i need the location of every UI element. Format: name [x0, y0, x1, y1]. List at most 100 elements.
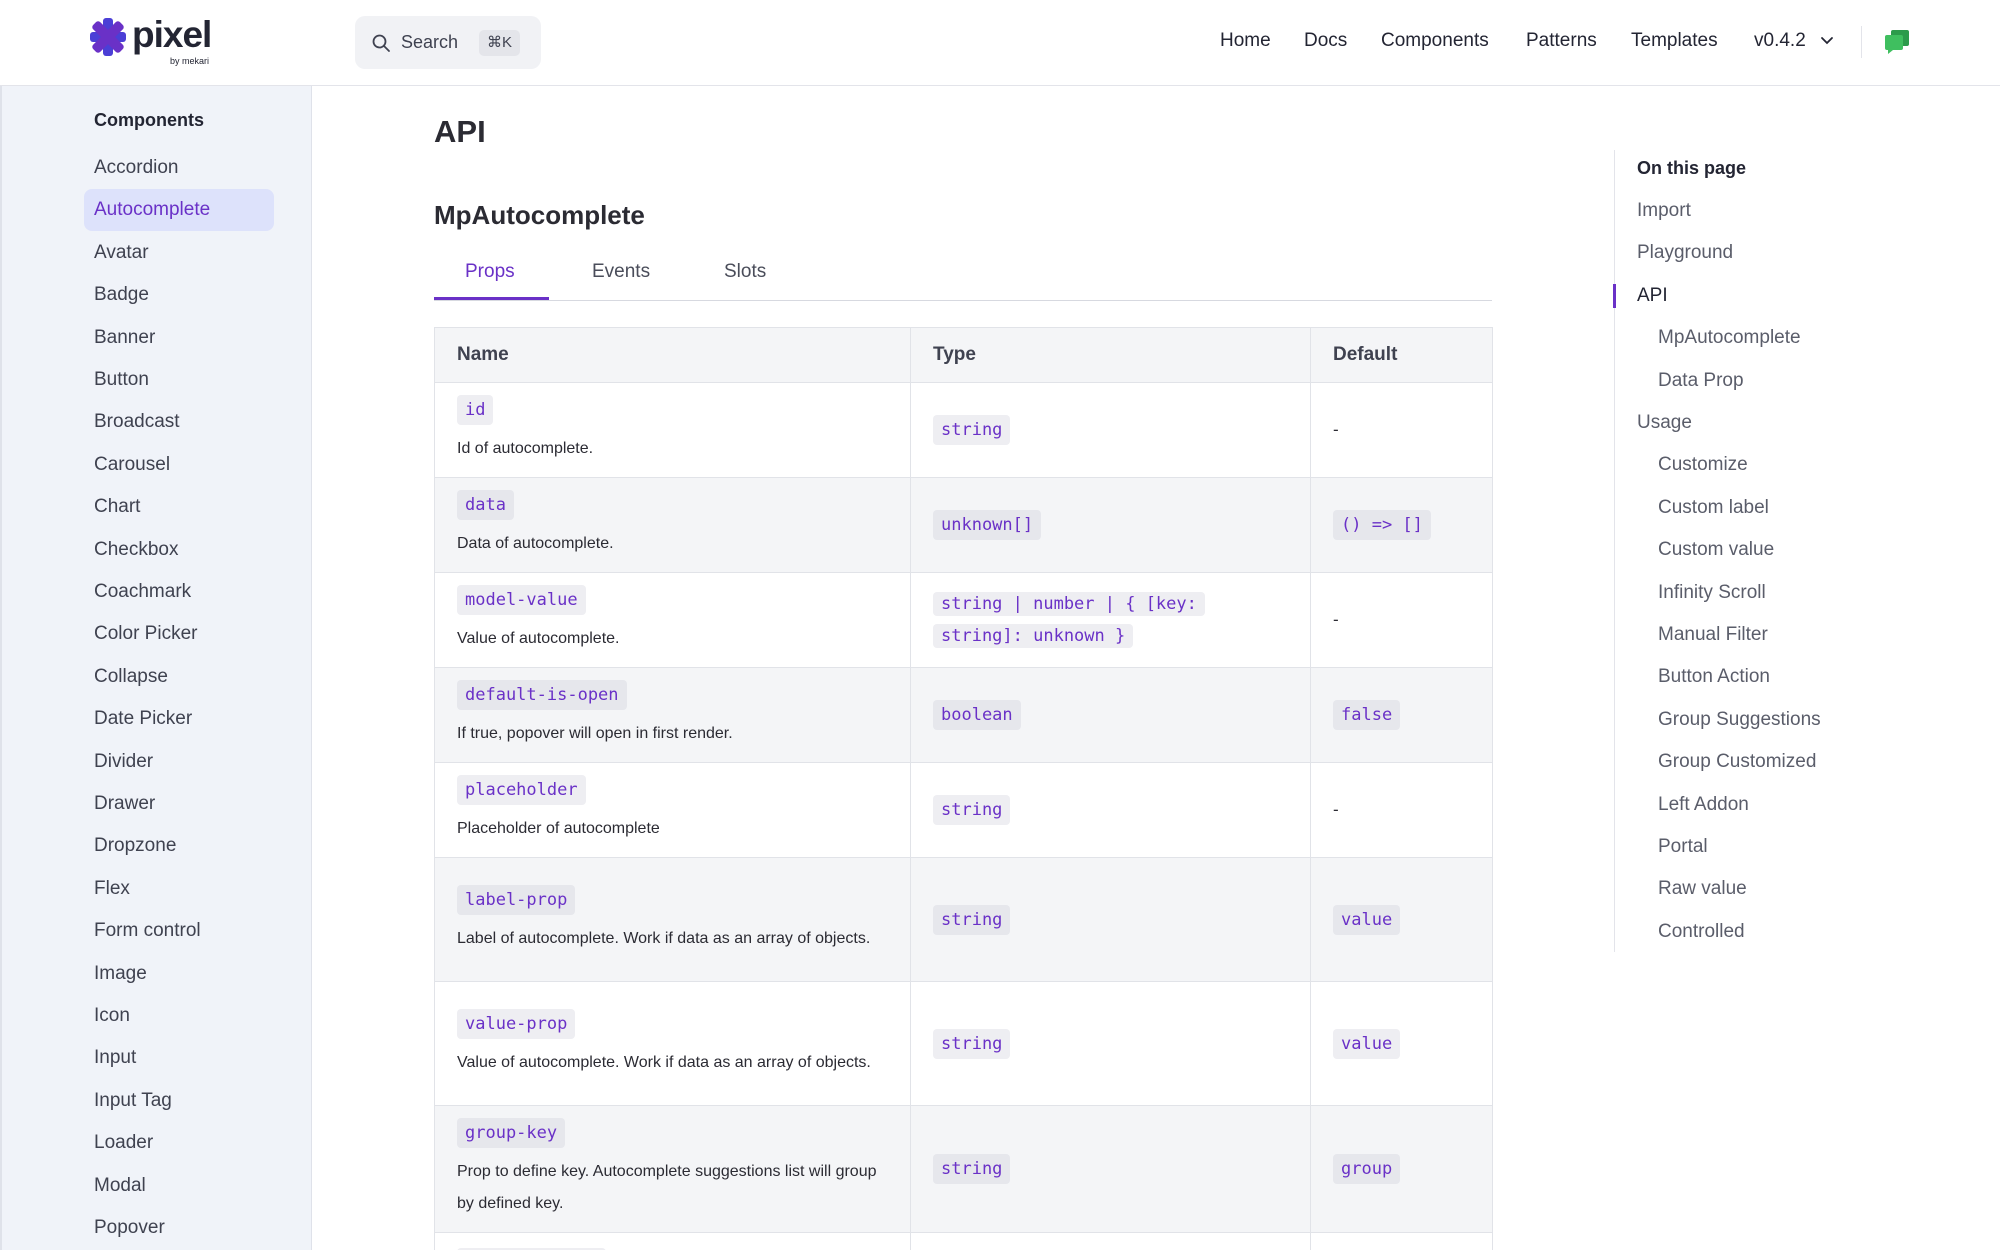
prop-description: Id of autocomplete.	[457, 440, 594, 457]
table-row: data Data of autocomplete. unknown[] () => …	[434, 477, 1493, 573]
toc-item-import[interactable]: Import	[1637, 200, 1691, 222]
toc-item-playground[interactable]: Playground	[1637, 242, 1733, 264]
prop-default: value	[1333, 904, 1401, 935]
search-button[interactable]: Search ⌘K	[355, 16, 541, 69]
tab-events[interactable]: Events	[592, 261, 650, 283]
toc-item-api[interactable]: API	[1637, 285, 1668, 307]
prop-description: Value of autocomplete.	[457, 630, 620, 647]
prop-name: value-prop	[457, 1008, 576, 1039]
prop-default-cell	[1310, 1232, 1493, 1250]
sidebar-item-date-picker[interactable]: Date Picker	[84, 698, 274, 740]
sidebar-item-label: Banner	[94, 326, 156, 348]
search-shortcut: ⌘K	[479, 30, 521, 56]
sidebar-item-label: Chart	[94, 496, 141, 518]
sidebar-item-image[interactable]: Image	[84, 953, 274, 995]
toc-item-controlled[interactable]: Controlled	[1658, 921, 1745, 943]
sidebar-item-label: Badge	[94, 284, 149, 306]
prop-name-cell: group-key Prop to define key. Autocomplet…	[434, 1105, 911, 1233]
toc-item-data-prop[interactable]: Data Prop	[1658, 370, 1744, 392]
toc-item-manual-filter[interactable]: Manual Filter	[1658, 624, 1768, 646]
sidebar-item-label: Carousel	[94, 453, 171, 475]
sidebar-item-accordion[interactable]: Accordion	[84, 147, 274, 189]
tab-slots[interactable]: Slots	[724, 261, 766, 283]
sidebar-item-broadcast[interactable]: Broadcast	[84, 401, 274, 443]
sidebar-item-flex[interactable]: Flex	[84, 868, 274, 910]
nav-templates[interactable]: Templates	[1631, 30, 1718, 52]
nav-patterns[interactable]: Patterns	[1526, 30, 1597, 52]
toc-item-custom-value[interactable]: Custom value	[1658, 539, 1774, 561]
toc-item-group-suggestions[interactable]: Group Suggestions	[1658, 709, 1821, 731]
chat-icon[interactable]	[1884, 29, 1910, 55]
sidebar-item-banner[interactable]: Banner	[84, 317, 274, 359]
toc-item-raw-value[interactable]: Raw value	[1658, 878, 1747, 900]
prop-name-cell: model-value Value of autocomplete.	[434, 572, 911, 668]
nav-home[interactable]: Home	[1220, 30, 1271, 52]
prop-name-cell: value-prop Value of autocomplete. Work if…	[434, 981, 911, 1106]
prop-default: group	[1333, 1154, 1401, 1184]
table-row: default-is-open If true, popover will ope…	[434, 667, 1493, 763]
prop-type-cell: string	[910, 1105, 1311, 1233]
sidebar-item-label: Popover	[94, 1217, 165, 1238]
toc-item-custom-label[interactable]: Custom label	[1658, 497, 1769, 519]
api-tabs: Props Events Slots	[434, 255, 1492, 301]
sidebar-item-drawer[interactable]: Drawer	[84, 783, 274, 825]
prop-type-cell: string	[910, 762, 1311, 858]
sidebar-item-autocomplete[interactable]: Autocomplete	[84, 189, 274, 232]
sidebar-item-button[interactable]: Button	[84, 359, 274, 401]
sidebar-item-avatar[interactable]: Avatar	[84, 232, 274, 274]
nav-docs[interactable]: Docs	[1304, 30, 1347, 52]
sidebar-item-icon[interactable]: Icon	[84, 995, 274, 1037]
sidebar-item-label: Accordion	[94, 157, 179, 178]
toc-item-customize[interactable]: Customize	[1658, 454, 1748, 476]
sidebar-item-coachmark[interactable]: Coachmark	[84, 571, 274, 613]
tab-props[interactable]: Props	[465, 261, 515, 283]
sidebar-item-label: Checkbox	[94, 538, 179, 560]
toc-item-button-action[interactable]: Button Action	[1658, 666, 1770, 688]
table-row: id Id of autocomplete. string -	[434, 382, 1493, 478]
sidebar-item-checkbox[interactable]: Checkbox	[84, 529, 274, 571]
prop-name-cell: id Id of autocomplete.	[434, 382, 911, 478]
table-row: placeholder Placeholder of autocomplete st…	[434, 762, 1493, 858]
sidebar-item-dropzone[interactable]: Dropzone	[84, 825, 274, 867]
prop-description: Placeholder of autocomplete	[457, 820, 660, 837]
sidebar-item-chart[interactable]: Chart	[84, 486, 274, 528]
sidebar-item-popover[interactable]: Popover	[84, 1207, 274, 1249]
prop-default: value	[1333, 1028, 1401, 1059]
sidebar-item-badge[interactable]: Badge	[84, 274, 274, 316]
toc-item-left-addon[interactable]: Left Addon	[1658, 794, 1749, 816]
sidebar-item-carousel[interactable]: Carousel	[84, 444, 274, 486]
sidebar-item-label: Image	[94, 962, 147, 984]
toc-item-usage[interactable]: Usage	[1637, 412, 1692, 434]
prop-name: label-prop	[457, 884, 576, 915]
toc-item-portal[interactable]: Portal	[1658, 836, 1708, 858]
sidebar-item-divider[interactable]: Divider	[84, 741, 274, 783]
prop-type: string | number | { [key: string]: unkno…	[933, 592, 1205, 648]
pixel-logo-icon	[90, 18, 126, 56]
version-select[interactable]: v0.4.2	[1754, 30, 1806, 52]
sidebar-item-label: Loader	[94, 1132, 154, 1154]
prop-default: -	[1333, 420, 1339, 439]
prop-description: Value of autocomplete. Work if data as a…	[457, 1053, 871, 1071]
nav-components[interactable]: Components	[1381, 30, 1489, 52]
sidebar-item-color-picker[interactable]: Color Picker	[84, 613, 274, 655]
prop-default: -	[1333, 800, 1339, 819]
pixel-logo[interactable]: pixel by mekari	[90, 14, 230, 70]
sidebar-item-label: Coachmark	[94, 581, 192, 602]
toc-item-infinity-scroll[interactable]: Infinity Scroll	[1658, 582, 1766, 604]
sidebar-item-modal[interactable]: Modal	[84, 1165, 274, 1207]
sidebar-item-label: Drawer	[94, 793, 156, 814]
prop-default-cell: group	[1310, 1105, 1493, 1233]
prop-default-cell: value	[1310, 857, 1493, 982]
sidebar-item-loader[interactable]: Loader	[84, 1122, 274, 1164]
props-table: Name Type Default id Id of autocomplete. s…	[434, 327, 1493, 1250]
prop-name: id	[457, 395, 494, 425]
sidebar-item-label: Form control	[94, 920, 201, 942]
sidebar-item-input[interactable]: Input	[84, 1037, 274, 1079]
sidebar-item-input-tag[interactable]: Input Tag	[84, 1080, 274, 1122]
toc-item-group-customized[interactable]: Group Customized	[1658, 751, 1816, 773]
table-header-row: Name Type Default	[434, 327, 1493, 383]
sidebar-item-collapse[interactable]: Collapse	[84, 656, 274, 698]
toc-item-mpautocomplete[interactable]: MpAutocomplete	[1658, 327, 1801, 349]
sidebar-item-form-control[interactable]: Form control	[84, 910, 274, 952]
prop-name-cell: content-attrs	[434, 1232, 911, 1250]
